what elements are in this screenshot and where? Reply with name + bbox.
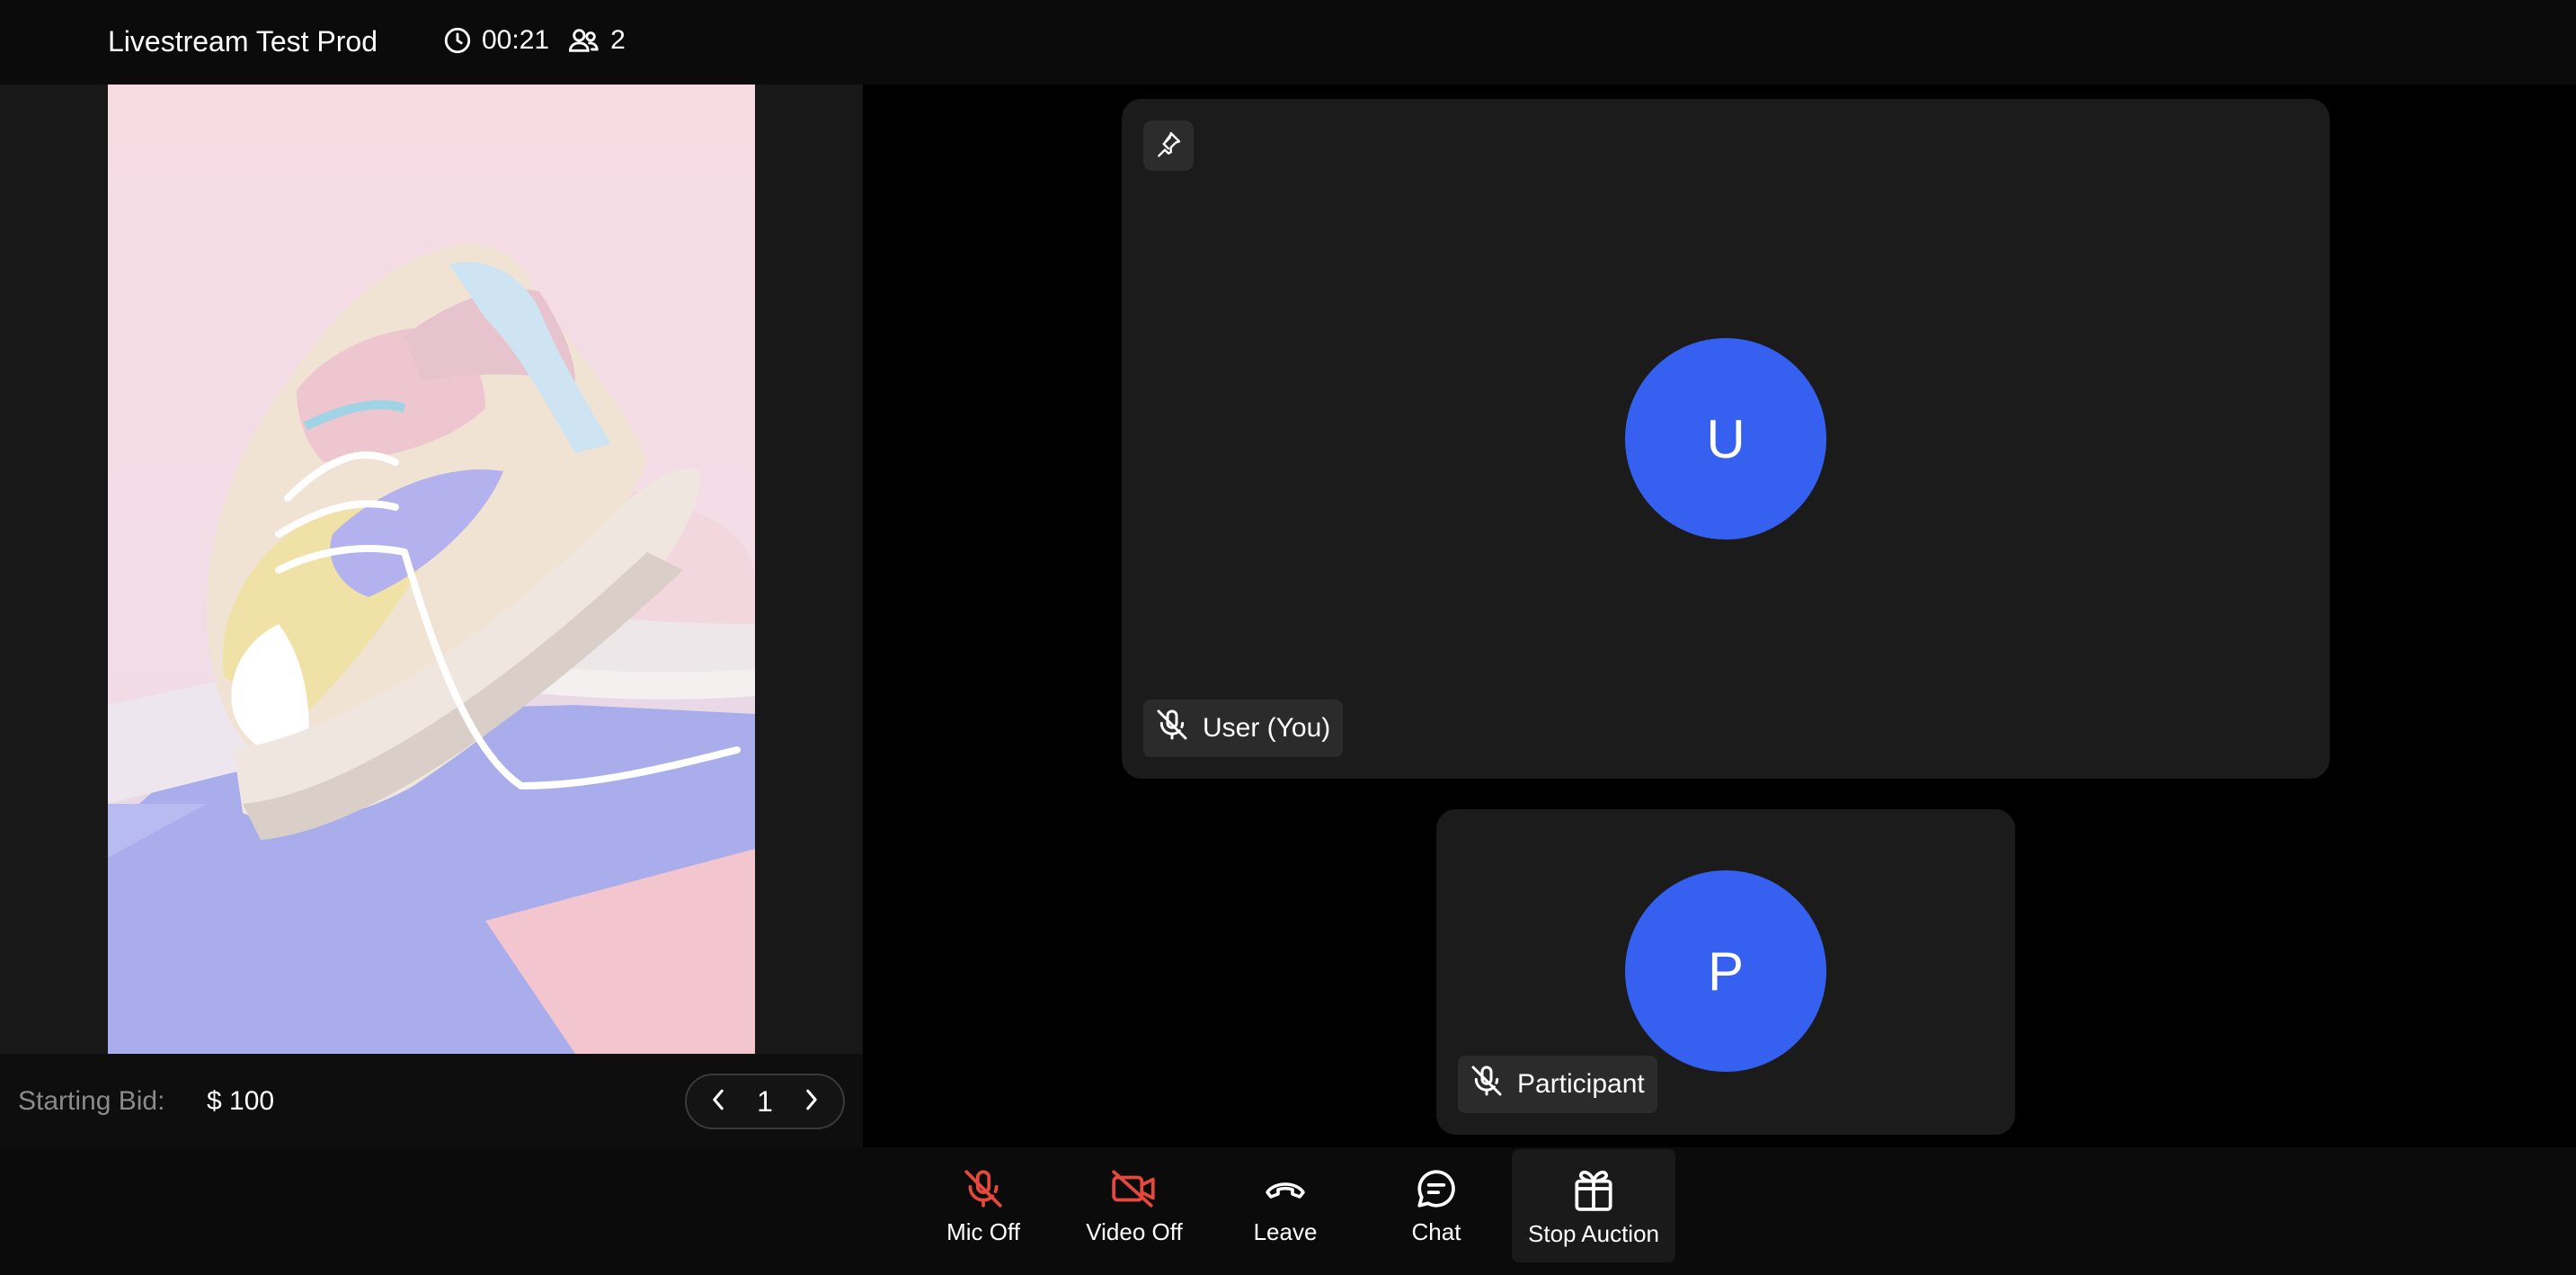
- stream-title: Livestream Test Prod: [108, 25, 378, 58]
- product-pager: 1: [685, 1074, 845, 1129]
- participants-icon: [567, 25, 601, 56]
- participant-name: Participant: [1517, 1069, 1645, 1099]
- mic-off-icon: [1469, 1063, 1505, 1106]
- participant-tile-other[interactable]: P Participant: [1436, 809, 2015, 1135]
- chat-label: Chat: [1411, 1217, 1461, 1245]
- chevron-left-icon: [710, 1087, 726, 1117]
- participant-count: 2: [567, 25, 626, 56]
- sneaker-product-photo: [108, 85, 755, 1054]
- pin-icon: [1154, 129, 1183, 163]
- previous-product-button[interactable]: [706, 1083, 730, 1119]
- product-panel: Starting Bid: $ 100 1: [0, 85, 863, 1147]
- starting-bid-label: Starting Bid:: [18, 1086, 165, 1116]
- clock-icon: [442, 25, 473, 56]
- product-page-number: 1: [757, 1084, 773, 1118]
- mic-toggle-button[interactable]: Mic Off: [908, 1149, 1059, 1262]
- leave-label: Leave: [1253, 1217, 1318, 1245]
- next-product-button[interactable]: [800, 1083, 823, 1119]
- mic-off-icon: [961, 1166, 1006, 1211]
- stop-auction-button[interactable]: Stop Auction: [1512, 1149, 1675, 1262]
- participant-count-value: 2: [610, 25, 626, 55]
- avatar: U: [1625, 338, 1826, 539]
- chevron-right-icon: [804, 1087, 820, 1117]
- control-bar: Mic Off Video Off Leave Chat Stop Auctio…: [0, 1147, 2576, 1275]
- chat-icon: [1414, 1166, 1459, 1211]
- gift-icon: [1571, 1164, 1616, 1213]
- elapsed-time-value: 00:21: [482, 25, 550, 55]
- video-toggle-button[interactable]: Video Off: [1059, 1149, 1210, 1262]
- elapsed-time: 00:21: [442, 25, 549, 56]
- participant-name-tag: User (You): [1143, 700, 1344, 757]
- phone-hangup-icon: [1262, 1166, 1309, 1211]
- stream-meta: 00:21 2: [442, 25, 626, 56]
- mic-toggle-label: Mic Off: [946, 1217, 1020, 1245]
- top-bar: Livestream Test Prod 00:21 2: [0, 0, 2576, 85]
- participant-name-tag: Participant: [1458, 1056, 1657, 1113]
- chat-button[interactable]: Chat: [1361, 1149, 1512, 1262]
- stop-auction-label: Stop Auction: [1528, 1219, 1659, 1247]
- video-off-icon: [1110, 1166, 1159, 1211]
- participant-tile-self[interactable]: U User (You): [1122, 99, 2330, 779]
- product-image: [108, 85, 755, 1054]
- pin-button[interactable]: [1143, 120, 1194, 171]
- mic-off-icon: [1154, 707, 1190, 750]
- participant-name: User (You): [1203, 713, 1331, 743]
- starting-bid-value: $ 100: [207, 1086, 275, 1116]
- leave-button[interactable]: Leave: [1210, 1149, 1361, 1262]
- video-toggle-label: Video Off: [1086, 1217, 1183, 1245]
- bid-row: Starting Bid: $ 100 1: [0, 1054, 863, 1147]
- avatar: P: [1625, 870, 1826, 1072]
